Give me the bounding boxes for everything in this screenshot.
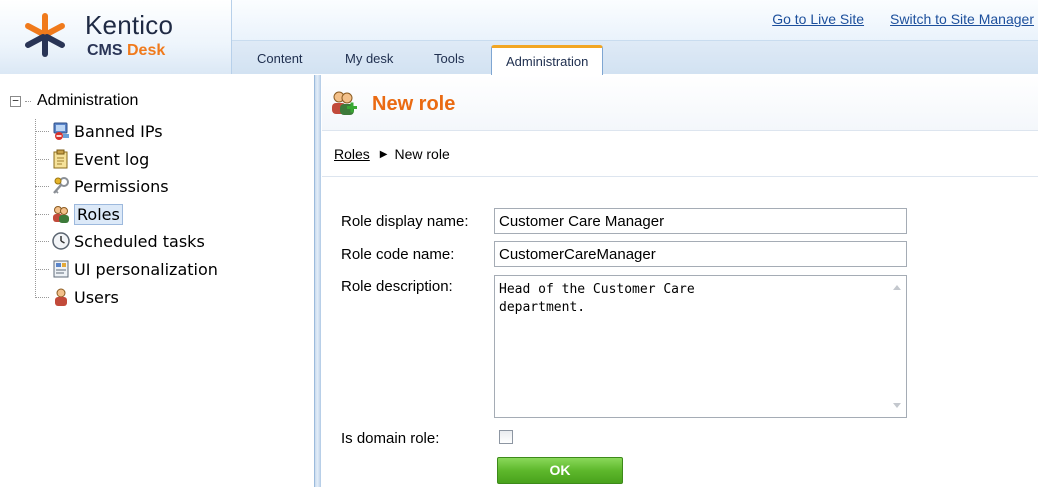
description-scrollbar[interactable] [888, 276, 906, 417]
tree-item-permissions[interactable]: Permissions [35, 173, 169, 199]
tab-tools[interactable]: Tools [434, 51, 464, 66]
main-tabs: Content My desk Tools Administration [232, 40, 1038, 76]
collapse-icon[interactable]: − [10, 95, 21, 107]
header: Kentico CMS Desk Go to Live Site Switch t… [0, 0, 1038, 76]
pane-splitter[interactable] [314, 75, 321, 487]
kentico-logo-icon [25, 13, 65, 57]
tab-administration[interactable]: Administration [491, 45, 604, 76]
domain-role-label: Is domain role: [341, 430, 440, 447]
description-label: Role description: [341, 278, 453, 295]
domain-role-checkbox[interactable] [499, 430, 513, 444]
tree-item-event-log[interactable]: Event log [35, 146, 149, 172]
scroll-up-icon[interactable] [893, 285, 901, 290]
tree-item-label: Banned IPs [74, 121, 163, 141]
tree-item-label: Roles [74, 203, 123, 225]
breadcrumb-arrow-icon: ▶ [379, 148, 388, 160]
logo-sub-prefix: CMS [87, 42, 127, 59]
title-bar: New role [322, 75, 1038, 131]
tree-item-label: Permissions [74, 176, 169, 196]
code-name-input[interactable] [494, 241, 907, 267]
tree-item-label: Users [74, 287, 119, 307]
display-name-label: Role display name: [341, 213, 469, 230]
tab-my-desk[interactable]: My desk [345, 51, 393, 66]
tree-connector [35, 130, 49, 132]
tree-connector [35, 158, 49, 160]
tree-root[interactable]: − Administration [10, 92, 138, 110]
tree-connector [35, 213, 49, 215]
tree-item-users[interactable]: Users [35, 284, 119, 310]
tree-connector [25, 100, 31, 102]
display-name-input[interactable] [494, 208, 907, 234]
ui-personalization-icon [53, 260, 69, 278]
code-name-label: Role code name: [341, 246, 455, 263]
scroll-down-icon[interactable] [893, 403, 901, 408]
description-textarea[interactable]: Head of the Customer Care department. [494, 275, 907, 418]
new-role-icon [332, 91, 357, 115]
breadcrumb-current: New role [394, 146, 450, 162]
top-links: Go to Live Site Switch to Site Manager [746, 11, 1034, 27]
switch-to-site-manager-link[interactable]: Switch to Site Manager [890, 11, 1034, 27]
breadcrumb-roles-link[interactable]: Roles [334, 146, 370, 162]
scheduled-tasks-icon [52, 232, 70, 250]
description-text: Head of the Customer Care department. [499, 282, 695, 315]
tab-content[interactable]: Content [257, 51, 303, 66]
logo-sub-accent: Desk [127, 42, 166, 59]
tree-connector [35, 268, 49, 270]
logo[interactable]: Kentico CMS Desk [0, 0, 232, 74]
tree-item-ui-personalization[interactable]: UI personalization [35, 256, 218, 282]
tree-item-roles[interactable]: Roles [35, 201, 123, 227]
logo-name: Kentico [85, 10, 174, 40]
tree-item-label: Scheduled tasks [74, 231, 205, 251]
logo-subtitle: CMS Desk [87, 42, 165, 60]
breadcrumb-bar: Roles ▶ New role [322, 131, 1038, 177]
tree-item-banned-ips[interactable]: Banned IPs [35, 118, 163, 144]
tree-connector [35, 185, 49, 187]
admin-tree: − Administration Banned IPs Event log Pe… [0, 75, 314, 487]
users-icon [55, 288, 67, 306]
page-title: New role [372, 93, 456, 115]
tree-item-label: Event log [74, 149, 150, 169]
tree-connector [35, 296, 49, 298]
permissions-icon [53, 177, 69, 194]
go-to-live-site-link[interactable]: Go to Live Site [772, 11, 864, 27]
tree-item-label: UI personalization [74, 259, 218, 279]
tree-connector [35, 240, 49, 242]
tree-item-scheduled-tasks[interactable]: Scheduled tasks [35, 228, 205, 254]
breadcrumb: Roles ▶ New role [334, 146, 450, 162]
ok-button[interactable]: OK [497, 457, 623, 484]
tree-root-label: Administration [37, 92, 139, 109]
banned-ips-icon [53, 122, 69, 140]
event-log-icon [53, 149, 68, 169]
roles-icon [53, 206, 69, 223]
main-content: New role Roles ▶ New role Role display n… [322, 75, 1038, 487]
